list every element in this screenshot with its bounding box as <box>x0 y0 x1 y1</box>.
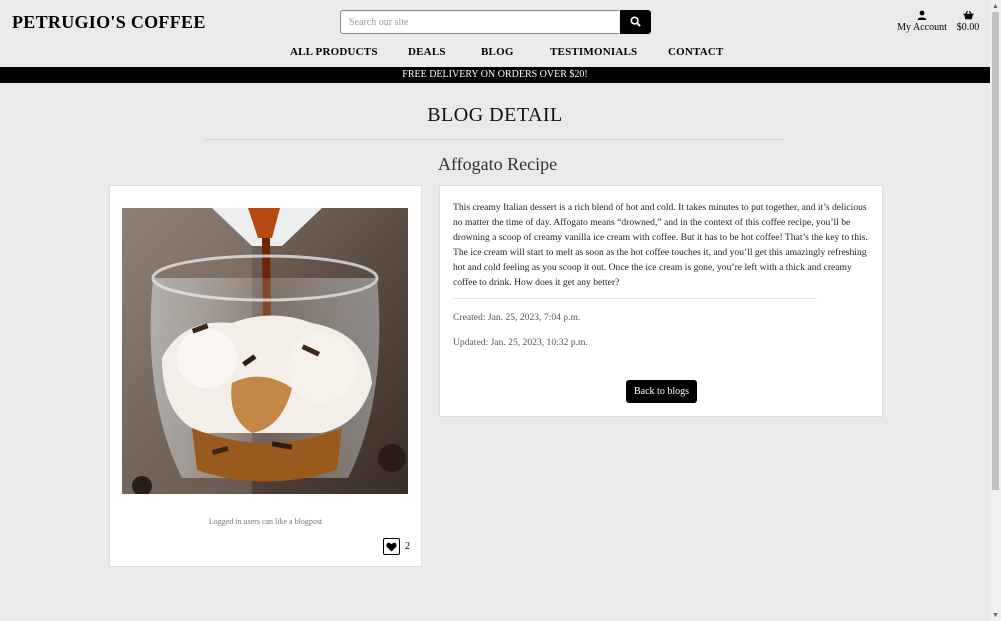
basket-total: $0.00 <box>956 22 980 33</box>
like-note: Logged in users can like a blogpost <box>208 517 323 526</box>
main-nav: ALL PRODUCTS DEALS BLOG TESTIMONIALS CON… <box>0 46 990 62</box>
user-icon <box>917 10 927 20</box>
content-divider <box>453 298 817 299</box>
updated-date: Updated: Jan. 25, 2023, 10:32 p.m. <box>453 337 588 348</box>
basket-link[interactable]: $0.00 <box>955 10 981 33</box>
scroll-up-icon[interactable]: ▲ <box>990 0 1001 12</box>
like-count: 2 <box>405 541 410 552</box>
brand-logo[interactable]: PETRUGIO'S COFFEE <box>12 12 206 33</box>
promo-banner: FREE DELIVERY ON ORDERS OVER $20! <box>0 67 990 83</box>
scroll-down-icon[interactable]: ▼ <box>990 609 1001 621</box>
nav-blog[interactable]: BLOG <box>481 46 514 58</box>
scroll-thumb[interactable] <box>992 12 999 490</box>
nav-all-products[interactable]: ALL PRODUCTS <box>290 46 378 58</box>
created-date: Created: Jan. 25, 2023, 7:04 p.m. <box>453 312 581 323</box>
search-input[interactable] <box>340 10 619 34</box>
back-to-blogs-button[interactable]: Back to blogs <box>626 380 697 403</box>
like-button[interactable] <box>383 538 400 555</box>
search-button[interactable] <box>620 10 651 34</box>
search-icon <box>630 15 641 27</box>
site-header: PETRUGIO'S COFFEE My Account $0.00 <box>0 0 990 67</box>
my-account-link[interactable]: My Account <box>895 10 949 33</box>
basket-icon <box>962 10 974 20</box>
page: PETRUGIO'S COFFEE My Account $0.00 <box>0 0 990 621</box>
heart-icon <box>386 542 397 552</box>
search-form <box>340 10 651 34</box>
my-account-label: My Account <box>897 22 947 33</box>
nav-deals[interactable]: DEALS <box>408 46 446 58</box>
title-divider <box>205 139 785 140</box>
post-content-card: This creamy Italian dessert is a rich bl… <box>439 185 883 417</box>
post-photo <box>122 208 408 494</box>
post-body: This creamy Italian dessert is a rich bl… <box>453 202 868 288</box>
post-image-card: Logged in users can like a blogpost 2 <box>109 185 422 567</box>
nav-contact[interactable]: CONTACT <box>668 46 724 58</box>
nav-testimonials[interactable]: TESTIMONIALS <box>550 46 637 58</box>
page-title: BLOG DETAIL <box>427 104 563 126</box>
scrollbar[interactable]: ▲ ▼ <box>990 0 1001 621</box>
post-title: Affogato Recipe <box>438 154 558 174</box>
